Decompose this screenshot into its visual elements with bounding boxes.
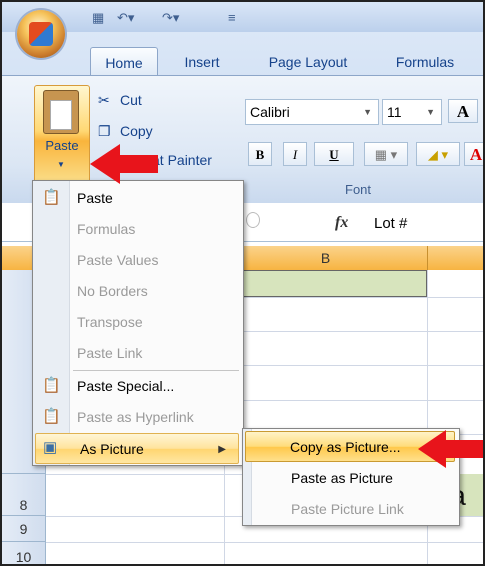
submenu-item-paste-picture-link: Paste Picture Link <box>291 501 404 517</box>
tab-home[interactable]: Home <box>90 47 158 76</box>
customize-qat-icon[interactable]: ≡ <box>228 10 236 26</box>
menu-item-formulas: Formulas <box>77 221 136 237</box>
bold-button[interactable]: B <box>248 142 272 166</box>
red-arrow-copy-as-picture <box>418 430 483 468</box>
redo-icon[interactable]: ↷▾ <box>162 10 179 26</box>
font-name-field[interactable]: Calibri ▼ <box>245 99 379 125</box>
cut-button[interactable]: Cut <box>120 92 142 108</box>
row-header-9[interactable]: 9 <box>2 516 46 542</box>
font-color-button[interactable]: A <box>464 142 483 166</box>
menu-item-paste-values: Paste Values <box>77 252 159 268</box>
menu-item-paste-link: Paste Link <box>77 345 143 361</box>
copy-icon: ❐ <box>98 123 111 139</box>
borders-button[interactable]: ▦ ▾ <box>364 142 408 166</box>
grow-font-button[interactable]: A <box>448 99 478 123</box>
row-header-8[interactable]: 8 <box>2 474 46 516</box>
clipboard-icon <box>43 90 79 134</box>
excel-window: ▦ ↶▾ ↷▾ ≡ Home Insert Page Layout Formul… <box>0 0 485 566</box>
cell-b-header[interactable] <box>224 270 427 297</box>
paste-icon: 📋 <box>42 189 61 206</box>
name-box-icon <box>246 212 260 228</box>
paste-label: Paste <box>45 138 79 153</box>
hyperlink-icon: 📋 <box>42 408 61 425</box>
paste-button[interactable]: Paste ▼ <box>34 85 90 187</box>
underline-button[interactable]: U <box>314 142 354 166</box>
menu-item-paste-special[interactable]: 📋 Paste Special... <box>33 371 241 402</box>
row-header-10[interactable]: 10 <box>2 542 46 564</box>
menu-item-paste-as-hyperlink: 📋 Paste as Hyperlink <box>42 408 194 425</box>
tab-insert[interactable]: Insert <box>172 47 232 75</box>
font-group-label: Font <box>345 182 372 197</box>
copy-button[interactable]: Copy <box>120 123 153 139</box>
office-button[interactable] <box>17 10 65 58</box>
font-name-value: Calibri <box>250 104 290 120</box>
picture-icon: ▣ <box>43 439 58 456</box>
title-bar <box>2 2 483 32</box>
menu-item-as-picture[interactable]: ▣ As Picture ▶ <box>35 433 239 464</box>
chevron-down-icon: ▼ <box>57 160 65 169</box>
fill-color-icon[interactable]: ◢ ▾ <box>416 142 460 166</box>
function-icon[interactable]: fx <box>335 214 348 232</box>
paste-special-icon: 📋 <box>42 377 61 394</box>
menu-item-transpose: Transpose <box>77 314 143 330</box>
save-icon[interactable]: ▦ <box>92 10 104 26</box>
tab-formulas[interactable]: Formulas <box>382 47 468 75</box>
office-logo-icon <box>29 22 53 46</box>
red-arrow-paste <box>90 144 158 184</box>
chevron-right-icon: ▶ <box>218 444 226 455</box>
italic-button[interactable]: I <box>283 142 307 166</box>
ribbon-tabs: Home Insert Page Layout Formulas <box>2 47 483 76</box>
undo-icon[interactable]: ↶▾ <box>117 10 134 26</box>
font-size-value: 11 <box>387 104 402 120</box>
chevron-down-icon: ▼ <box>363 107 372 117</box>
scissors-icon: ✂ <box>98 92 110 108</box>
tab-page-layout[interactable]: Page Layout <box>254 47 362 75</box>
chevron-down-icon: ▼ <box>426 107 435 117</box>
menu-item-no-borders: No Borders <box>77 283 148 299</box>
column-header-b[interactable]: B <box>224 246 427 270</box>
paste-menu: 📋 Paste Formulas Paste Values No Borders… <box>32 180 244 466</box>
font-size-field[interactable]: 11 ▼ <box>382 99 442 125</box>
formula-input[interactable]: Lot # <box>374 215 407 232</box>
